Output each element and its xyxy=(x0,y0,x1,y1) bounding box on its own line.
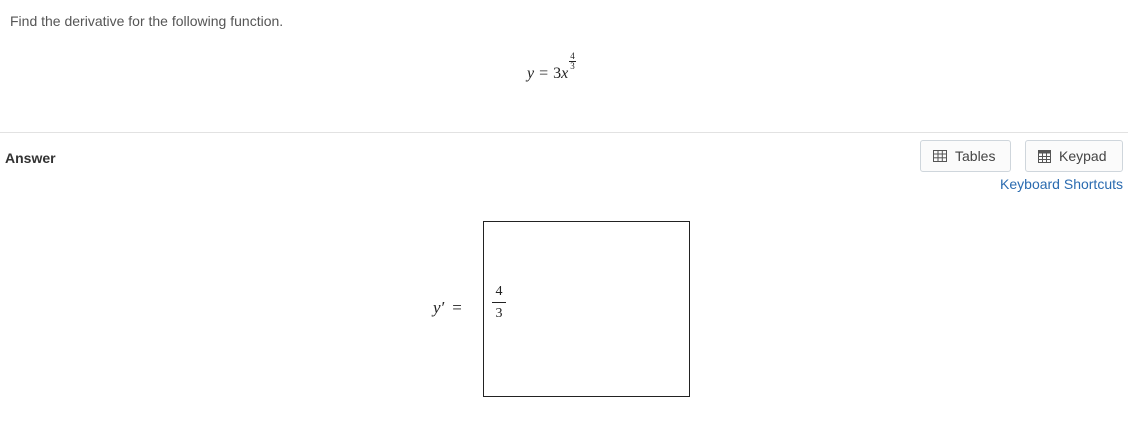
table-grid-icon xyxy=(933,150,947,162)
equation-base: x xyxy=(561,65,569,82)
question-page: Find the derivative for the following fu… xyxy=(0,0,1128,436)
answer-equals: = xyxy=(452,298,462,317)
answer-fraction-denominator: 3 xyxy=(495,306,503,321)
answer-input-box[interactable]: 4 3 xyxy=(483,221,690,397)
keypad-button[interactable]: Keypad xyxy=(1025,140,1123,172)
answer-lhs: y′ = xyxy=(433,298,462,318)
exponent-denominator: 3 xyxy=(570,61,575,71)
equation-exponent: 43 xyxy=(569,52,576,71)
section-divider xyxy=(0,132,1128,133)
keypad-button-label: Keypad xyxy=(1059,148,1107,164)
equation-lhs: y xyxy=(527,65,535,82)
keypad-icon xyxy=(1038,149,1051,163)
question-prompt: Find the derivative for the following fu… xyxy=(10,13,284,29)
equation-coefficient: 3 xyxy=(553,65,562,82)
answer-heading: Answer xyxy=(5,150,56,166)
tables-button[interactable]: Tables xyxy=(920,140,1011,172)
answer-fraction-numerator: 4 xyxy=(492,284,506,303)
function-equation: y = 3x 4 3 xyxy=(527,52,576,83)
keyboard-shortcuts-link[interactable]: Keyboard Shortcuts xyxy=(1000,176,1123,192)
tables-button-label: Tables xyxy=(955,148,996,164)
answer-fraction[interactable]: 4 3 xyxy=(492,284,506,322)
equation-equals: = xyxy=(539,65,549,82)
answer-lhs-variable: y′ xyxy=(433,298,445,317)
